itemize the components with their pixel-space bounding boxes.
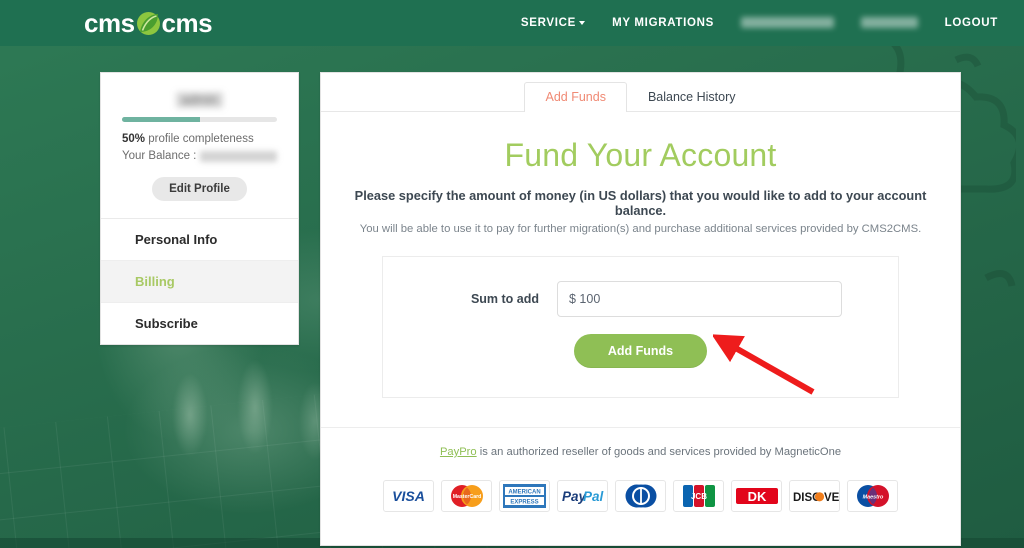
maestro-icon: Maestro (847, 480, 898, 512)
nav-item-redacted-1[interactable]: ██████████ (741, 17, 834, 29)
sidebar-item-subscribe[interactable]: Subscribe (101, 303, 298, 344)
tab-add-funds[interactable]: Add Funds (524, 82, 627, 112)
profile-completeness-fill (122, 117, 200, 122)
logo-text-right: cms (161, 8, 213, 38)
chevron-down-icon (579, 20, 586, 25)
profile-completeness-percent: 50% (122, 133, 146, 145)
nav-item-service[interactable]: SERVICE (520, 17, 586, 29)
nav-item-redacted-2[interactable]: ██████ (860, 17, 918, 29)
svg-text:EXPRESS: EXPRESS (510, 500, 538, 506)
svg-text:DK: DK (747, 489, 766, 504)
paypal-icon: Pay Pal (557, 480, 608, 512)
mastercard-icon: MasterCard (441, 480, 492, 512)
sum-to-add-label: Sum to add (470, 292, 539, 306)
svg-text:Pal: Pal (583, 489, 604, 504)
submit-row: Add Funds (383, 334, 898, 395)
red-arrow-pointer-icon (713, 334, 815, 395)
profile-summary: admin 50% profile completeness Your Bala… (101, 73, 298, 220)
visa-icon: VISA (383, 480, 434, 512)
sidebar-nav: Personal Info Billing Subscribe (101, 219, 298, 344)
svg-text:VISA: VISA (392, 488, 425, 504)
instructions-primary: Please specify the amount of money (in U… (354, 188, 927, 218)
diners-club-icon (615, 480, 666, 512)
cms2cms-logo[interactable]: cms cms (84, 8, 213, 38)
redacted-nav-label-2: ██████ (860, 17, 918, 28)
content-area: admin 50% profile completeness Your Bala… (0, 46, 1024, 546)
american-express-icon: AMERICAN EXPRESS (499, 480, 550, 512)
svg-text:JCB: JCB (690, 492, 706, 501)
instructions-secondary: You will be able to use it to pay for fu… (359, 223, 922, 235)
svg-text:MasterCard: MasterCard (452, 494, 481, 500)
add-funds-button[interactable]: Add Funds (573, 334, 708, 368)
dankort-icon: DK (731, 480, 782, 512)
tab-balance-history[interactable]: Balance History (627, 82, 757, 112)
header-nav: SERVICE MY MIGRATIONS ██████████ ██████ … (521, 17, 998, 29)
redacted-nav-label-1: ██████████ (741, 17, 834, 28)
fund-form: Sum to add Add Funds (382, 256, 899, 398)
page-title: Fund Your Account (504, 137, 777, 173)
page-root: cms cms SERVICE MY MIGRATIONS ██████████… (0, 0, 1024, 548)
payment-methods: VISA MasterCard AMERICAN EXPRESS Pay Pal… (321, 458, 960, 545)
paypro-link[interactable]: PayPro (440, 446, 477, 458)
sidebar-item-personal-info[interactable]: Personal Info (101, 219, 298, 262)
account-sidebar: admin 50% profile completeness Your Bala… (100, 72, 299, 346)
billing-tabs: Add Funds Balance History (321, 73, 960, 112)
svg-text:AMERICAN: AMERICAN (508, 490, 540, 496)
nav-item-logout[interactable]: LOGOUT (945, 17, 998, 29)
username-label: admin (175, 92, 224, 108)
svg-text:Maestro: Maestro (862, 495, 883, 501)
edit-profile-button[interactable]: Edit Profile (152, 177, 247, 202)
nav-item-service-label: SERVICE (520, 17, 577, 29)
discover-icon: DISC VER (789, 480, 840, 512)
profile-completeness-caption: profile completeness (148, 133, 254, 145)
reseller-notice: PayPro is an authorized reseller of good… (321, 427, 960, 458)
sum-to-add-row: Sum to add (383, 281, 898, 317)
balance-label: Your Balance : (122, 149, 197, 162)
nav-item-my-migrations[interactable]: MY MIGRATIONS (612, 17, 714, 29)
reseller-text: is an authorized reseller of goods and s… (476, 446, 842, 458)
profile-completeness-text: 50% profile completeness (122, 131, 277, 148)
logo-text-left: cms (84, 8, 135, 38)
leaf-icon (136, 11, 161, 36)
sum-to-add-input[interactable] (557, 281, 842, 317)
profile-completeness-bar (122, 117, 277, 122)
balance-row: Your Balance : ████████ (122, 148, 277, 165)
balance-value: ████████ (200, 150, 277, 162)
jcb-icon: JCB (673, 480, 724, 512)
billing-panel: Add Funds Balance History Fund Your Acco… (320, 72, 961, 546)
svg-text:VER: VER (824, 492, 839, 504)
top-navigation-bar: cms cms SERVICE MY MIGRATIONS ██████████… (0, 0, 1024, 46)
sidebar-item-billing[interactable]: Billing (101, 261, 298, 304)
